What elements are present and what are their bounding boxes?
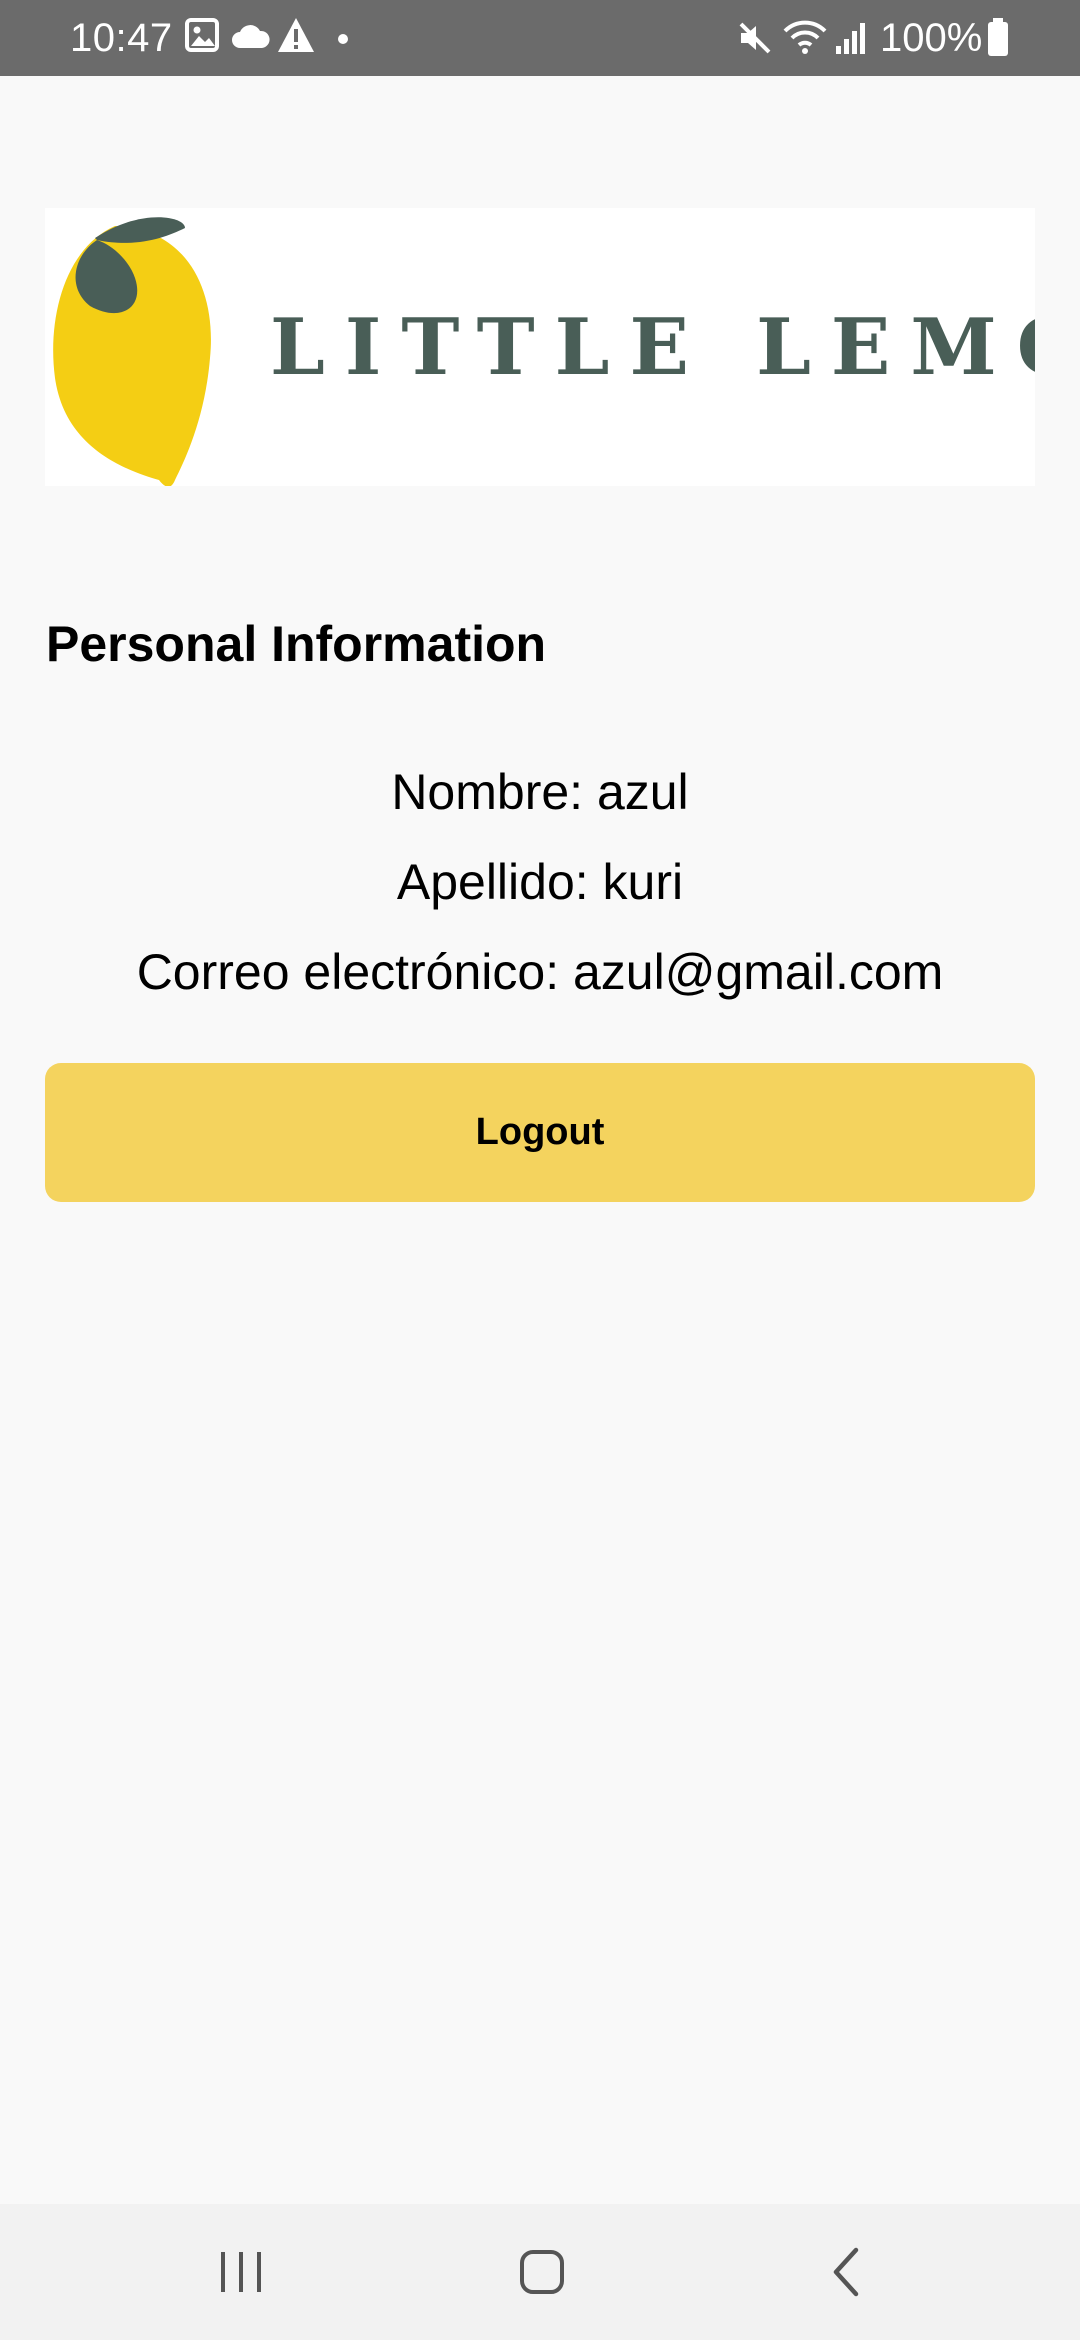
- gallery-icon: [185, 18, 219, 57]
- signal-icon: [834, 20, 870, 61]
- warning-icon: [276, 16, 316, 59]
- navigation-bar: [0, 2204, 1080, 2340]
- lemon-icon: [53, 217, 211, 486]
- last-name-text: Apellido: kuri: [396, 854, 684, 910]
- email-text: Correo electrónico: azul@gmail.com: [136, 944, 944, 1000]
- back-icon[interactable]: [806, 2240, 886, 2304]
- status-time: 10:47: [70, 16, 173, 60]
- battery-percent: 100%: [880, 16, 983, 60]
- home-icon[interactable]: [502, 2240, 582, 2304]
- section-title-personal-information: Personal Information: [46, 616, 547, 672]
- cloud-icon: [230, 22, 270, 55]
- little-lemon-logo: LITTLE LEMON: [45, 208, 1035, 486]
- dot-icon: [337, 32, 349, 50]
- recent-apps-icon[interactable]: [201, 2240, 281, 2304]
- logo-text: LITTLE LEMON: [270, 302, 1035, 393]
- mute-icon: [737, 20, 773, 61]
- battery-icon: [986, 18, 1010, 63]
- wifi-icon: [782, 18, 828, 61]
- status-bar: 10:47 100%: [0, 0, 1080, 76]
- first-name-text: Nombre: azul: [391, 764, 689, 820]
- logout-button[interactable]: Logout: [45, 1063, 1035, 1202]
